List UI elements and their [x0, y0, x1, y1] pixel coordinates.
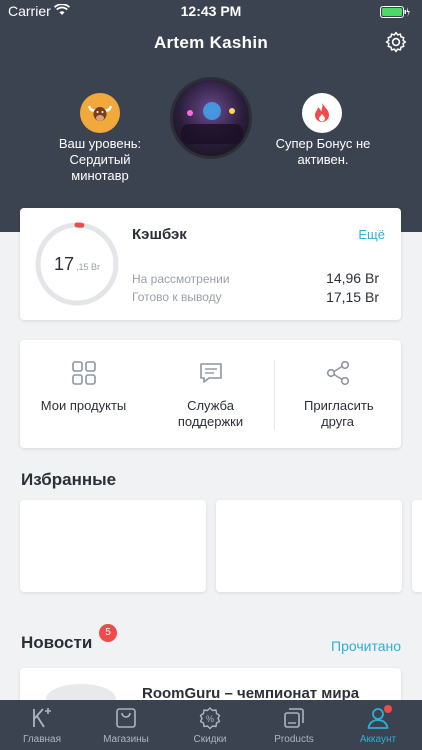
bag-icon	[116, 708, 136, 728]
news-count-badge: 5	[99, 624, 117, 642]
tab-account-label: Аккаунт	[359, 734, 397, 745]
avatar[interactable]	[170, 77, 252, 159]
tab-home[interactable]: Главная	[0, 700, 84, 750]
support-button[interactable]: Служба поддержки	[147, 340, 274, 448]
cashback-card[interactable]: 17,15 Br Кэшбэк Ещё На рассмотрении 14,9…	[20, 208, 401, 320]
favorite-card[interactable]	[20, 500, 206, 592]
clock-label: 12:43 PM	[180, 3, 242, 19]
profile-header: Carrier 12:43 PM Artem Kashin Ваш уровен…	[0, 0, 422, 232]
pending-label: На рассмотрении	[132, 272, 230, 286]
favorite-card[interactable]	[216, 500, 402, 592]
news-title: Новости	[21, 633, 93, 652]
settings-gear-icon[interactable]	[384, 30, 408, 54]
ready-value: 17,15 Br	[326, 289, 379, 305]
tab-home-label: Главная	[22, 734, 62, 745]
cashback-total-fraction: ,15 Br	[76, 262, 101, 272]
favorites-title: Избранные	[21, 470, 117, 489]
grid-icon	[71, 361, 96, 385]
discount-icon: %	[199, 707, 221, 730]
invite-friend-button[interactable]: Пригласить друга	[274, 340, 401, 448]
invite-friend-label: Пригласить друга	[304, 398, 374, 429]
ready-label: Готово к выводу	[132, 290, 222, 304]
products-icon	[284, 708, 304, 728]
level-label: Ваш уровень: Сердитый минотавр	[58, 136, 142, 183]
notification-dot	[384, 705, 392, 713]
tab-shops[interactable]: Магазины	[84, 700, 168, 750]
tab-products-label: Products	[274, 734, 314, 745]
tab-discounts[interactable]: % Скидки	[168, 700, 252, 750]
my-products-button[interactable]: Мои продукты	[20, 340, 147, 448]
tab-products[interactable]: Products	[252, 700, 336, 750]
tab-shops-label: Магазины	[103, 734, 149, 745]
mark-read-link[interactable]: Прочитано	[331, 638, 401, 654]
cashback-total: 17,15 Br	[34, 221, 120, 307]
bonus-status-label: Супер Бонус не активен.	[275, 136, 371, 167]
chat-icon	[199, 363, 222, 383]
battery-icon	[380, 5, 410, 21]
cashback-total-value: 17	[53, 253, 74, 274]
fire-icon[interactable]	[302, 93, 342, 133]
tab-bar: Главная Магазины % Скидки Products Аккау…	[0, 700, 422, 750]
cashback-more-link[interactable]: Ещё	[358, 227, 385, 242]
my-products-label: Мои продукты	[40, 398, 127, 413]
favorite-card[interactable]	[412, 500, 422, 592]
share-icon	[326, 360, 349, 386]
minotaur-level-icon[interactable]	[80, 93, 120, 133]
profile-name: Artem Kashin	[153, 33, 269, 52]
pending-value: 14,96 Br	[326, 270, 379, 286]
home-k-icon	[33, 708, 51, 728]
cashback-title: Кэшбэк	[132, 226, 187, 243]
actions-card: Мои продукты Служба поддержки Пригласить…	[20, 340, 401, 448]
svg-text:%: %	[206, 714, 214, 724]
support-label: Служба поддержки	[177, 398, 244, 429]
status-bar: Carrier 12:43 PM	[0, 0, 422, 22]
tab-account[interactable]: Аккаунт	[336, 700, 420, 750]
tab-discounts-label: Скидки	[193, 734, 227, 745]
